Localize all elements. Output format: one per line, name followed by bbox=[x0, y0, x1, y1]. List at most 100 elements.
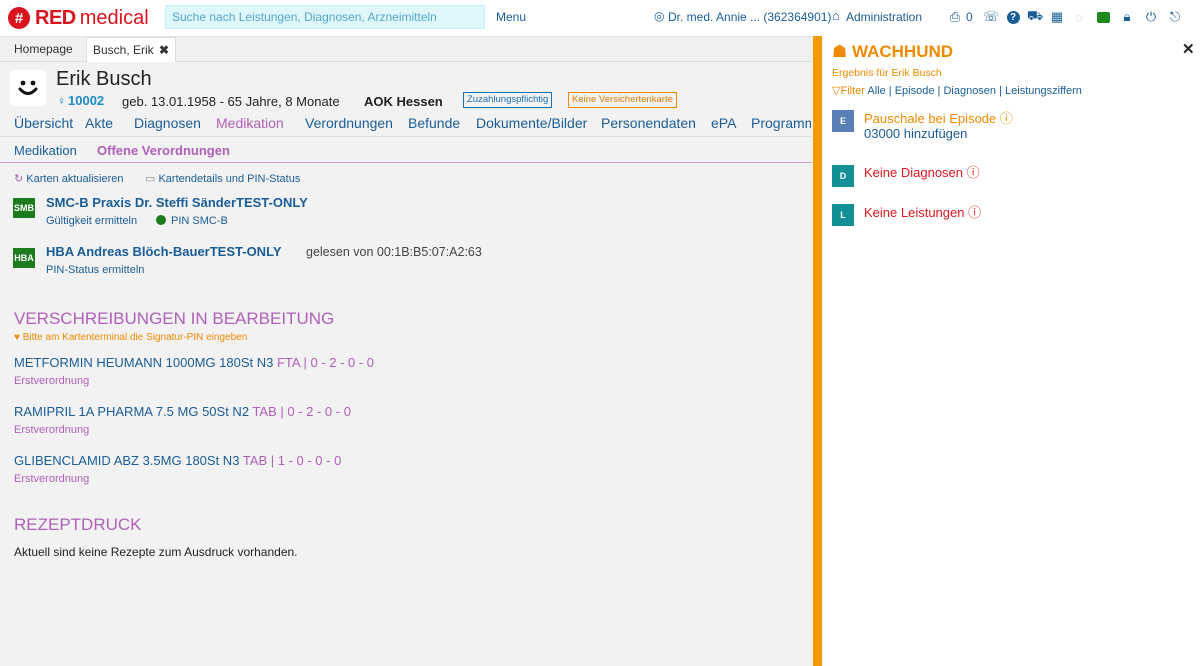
episode-item-title[interactable]: Pauschale bei Episode ⓘ bbox=[864, 108, 1013, 127]
filter-service-codes[interactable]: Leistungsziffern bbox=[1005, 85, 1082, 97]
prescription-name: RAMIPRIL 1A PHARMA 7.5 MG 50St N2 bbox=[14, 404, 250, 419]
prescription-item[interactable]: RAMIPRIL 1A PHARMA 7.5 MG 50St N2 TAB | … bbox=[14, 404, 351, 419]
services-tag: L bbox=[832, 204, 854, 226]
watchdog-subtitle: Ergebnis für Erik Busch bbox=[832, 67, 942, 79]
logo-mark-icon: # bbox=[8, 7, 30, 29]
episode-tag: E bbox=[832, 110, 854, 132]
prescription-dosage: TAB | 1 - 0 - 0 - 0 bbox=[242, 453, 342, 468]
nav-uebersicht[interactable]: Übersicht bbox=[14, 115, 73, 131]
tab-patient-label: Busch, Erik bbox=[93, 43, 154, 57]
robot-icon[interactable] bbox=[1094, 8, 1112, 26]
tab-homepage[interactable]: Homepage bbox=[8, 37, 79, 61]
user-icon: ◎ bbox=[654, 9, 665, 23]
info-icon: ⓘ bbox=[966, 165, 980, 180]
copay-badge: Zuzahlungspflichtig bbox=[463, 92, 553, 108]
nav-programm[interactable]: Programm bbox=[751, 115, 811, 131]
patient-avatar bbox=[10, 70, 46, 106]
refresh-cards-link[interactable]: ↻ Karten aktualisieren bbox=[14, 172, 124, 185]
nav-medikation[interactable]: Medikation bbox=[216, 115, 284, 131]
patient-birth: geb. 13.01.1958 - 65 Jahre, 8 Monate bbox=[122, 94, 340, 109]
subnav-offene-verordnungen[interactable]: Offene Verordnungen bbox=[97, 143, 230, 158]
no-card-badge: Keine Versichertenkarte bbox=[568, 92, 677, 108]
episode-item-detail[interactable]: 03000 hinzufügen bbox=[864, 126, 967, 141]
filter-episode[interactable]: Episode bbox=[895, 85, 935, 97]
print-heading: REZEPTDRUCK bbox=[14, 515, 142, 534]
prescription-item[interactable]: METFORMIN HEUMANN 1000MG 180St N3 FTA | … bbox=[14, 355, 374, 370]
nav-verordnungen[interactable]: Verordnungen bbox=[305, 115, 393, 131]
printer-icon[interactable]: ⎙ bbox=[946, 8, 964, 26]
card-icon: ▭ bbox=[145, 173, 156, 185]
power-icon[interactable]: ⏻ bbox=[1142, 8, 1160, 26]
print-empty-text: Aktuell sind keine Rezepte zum Ausdruck … bbox=[14, 545, 298, 559]
transport-icon[interactable]: ⛟ bbox=[1026, 8, 1044, 26]
status-icon[interactable]: ◌ bbox=[1070, 8, 1088, 26]
search-input[interactable] bbox=[165, 5, 485, 29]
hba-card-title[interactable]: HBA Andreas Blöch-BauerTEST-ONLY bbox=[46, 244, 282, 259]
watchdog-title: ☗ WACHHUND bbox=[832, 42, 953, 62]
smcb-card-icon: SMB bbox=[13, 198, 35, 218]
services-item-label: Keine Leistungen bbox=[864, 205, 965, 220]
logo-medical-text: medical bbox=[79, 6, 149, 29]
nav-epa[interactable]: ePA bbox=[711, 115, 736, 131]
smcb-card-title[interactable]: SMC-B Praxis Dr. Steffi SänderTEST-ONLY bbox=[46, 195, 308, 210]
close-panel-icon[interactable]: ✕ bbox=[1182, 40, 1195, 58]
prescription-dosage: FTA | 0 - 2 - 0 - 0 bbox=[276, 355, 375, 370]
home-icon: ⌂ bbox=[832, 8, 840, 23]
subnav-medikation[interactable]: Medikation bbox=[14, 143, 77, 158]
prescription-item[interactable]: GLIBENCLAMID ABZ 3.5MG 180St N3 TAB | 1 … bbox=[14, 453, 341, 468]
menu-button[interactable]: Menu bbox=[496, 10, 526, 24]
administration-link[interactable]: Administration bbox=[846, 10, 922, 24]
patient-id[interactable]: 10002 bbox=[68, 93, 104, 108]
refresh-cards-label: Karten aktualisieren bbox=[26, 173, 124, 185]
watchdog-title-text: WACHHUND bbox=[851, 42, 954, 61]
hba-card-icon: HBA bbox=[13, 248, 35, 268]
patient-id-icon: ♀ bbox=[57, 94, 66, 108]
heart-icon: ♥ bbox=[14, 332, 20, 343]
prescription-type: Erstverordnung bbox=[14, 473, 90, 485]
help-icon[interactable]: ? bbox=[1004, 8, 1022, 26]
logo[interactable]: # RED medical bbox=[8, 7, 149, 29]
hba-read-info: gelesen von 00:1B:B5:07:A2:63 bbox=[306, 245, 482, 259]
logout-icon[interactable]: ⎋ bbox=[1166, 8, 1184, 26]
prescription-dosage: TAB | 0 - 2 - 0 - 0 bbox=[252, 404, 351, 419]
watchdog-filter: ▽Filter Alle | Episode | Diagnosen | Lei… bbox=[832, 85, 1082, 97]
prescription-type: Erstverordnung bbox=[14, 375, 90, 387]
signature-hint: ♥ Bitte am Kartenterminal die Signatur-P… bbox=[14, 332, 247, 343]
prescription-type: Erstverordnung bbox=[14, 424, 90, 436]
prescription-name: GLIBENCLAMID ABZ 3.5MG 180St N3 bbox=[14, 453, 240, 468]
diagnoses-item-title[interactable]: Keine Diagnosen ⓘ bbox=[864, 162, 980, 181]
close-icon[interactable]: ✖ bbox=[159, 43, 169, 57]
lock-icon[interactable]: 🔒︎ bbox=[1118, 8, 1136, 26]
nav-befunde[interactable]: Befunde bbox=[408, 115, 460, 131]
filter-all[interactable]: Alle bbox=[867, 85, 885, 97]
dog-icon: ☗ bbox=[832, 42, 848, 61]
gift-icon[interactable]: ▦ bbox=[1048, 8, 1066, 26]
hba-pin-status-link[interactable]: PIN-Status ermitteln bbox=[46, 264, 144, 276]
filter-label: Filter bbox=[840, 85, 865, 97]
services-item-title[interactable]: Keine Leistungen ⓘ bbox=[864, 202, 981, 221]
nav-dokumente[interactable]: Dokumente/Bilder bbox=[476, 115, 587, 131]
subnav-divider bbox=[0, 162, 812, 163]
nav-divider bbox=[0, 136, 812, 137]
diagnoses-tag: D bbox=[832, 165, 854, 187]
refresh-icon: ↻ bbox=[14, 173, 24, 185]
panel-divider[interactable] bbox=[813, 36, 822, 666]
filter-diagnoses[interactable]: Diagnosen bbox=[943, 85, 996, 97]
smcb-validity-link[interactable]: Gültigkeit ermitteln bbox=[46, 215, 137, 227]
chat-icon[interactable]: ☏ bbox=[982, 8, 1000, 26]
nav-diagnosen[interactable]: Diagnosen bbox=[134, 115, 201, 131]
nav-personendaten[interactable]: Personendaten bbox=[601, 115, 696, 131]
nav-akte[interactable]: Akte bbox=[85, 115, 113, 131]
card-details-link[interactable]: ▭ Kartendetails und PIN-Status bbox=[145, 172, 300, 185]
signature-hint-text: Bitte am Kartenterminal die Signatur-PIN… bbox=[22, 332, 248, 343]
patient-name: Erik Busch bbox=[56, 68, 152, 90]
info-icon: ⓘ bbox=[999, 111, 1013, 126]
prescription-name: METFORMIN HEUMANN 1000MG 180St N3 bbox=[14, 355, 274, 370]
smiley-icon bbox=[18, 80, 38, 95]
logo-red-text: RED bbox=[35, 6, 76, 29]
printer-count: 0 bbox=[966, 10, 973, 24]
tab-patient[interactable]: Busch, Erik ✖ bbox=[86, 37, 177, 62]
user-menu[interactable]: Dr. med. Annie ... (362364901) bbox=[668, 10, 831, 24]
prescriptions-heading: VERSCHREIBUNGEN IN BEARBEITUNG bbox=[14, 309, 335, 328]
episode-item-label: Pauschale bei Episode bbox=[864, 111, 997, 126]
